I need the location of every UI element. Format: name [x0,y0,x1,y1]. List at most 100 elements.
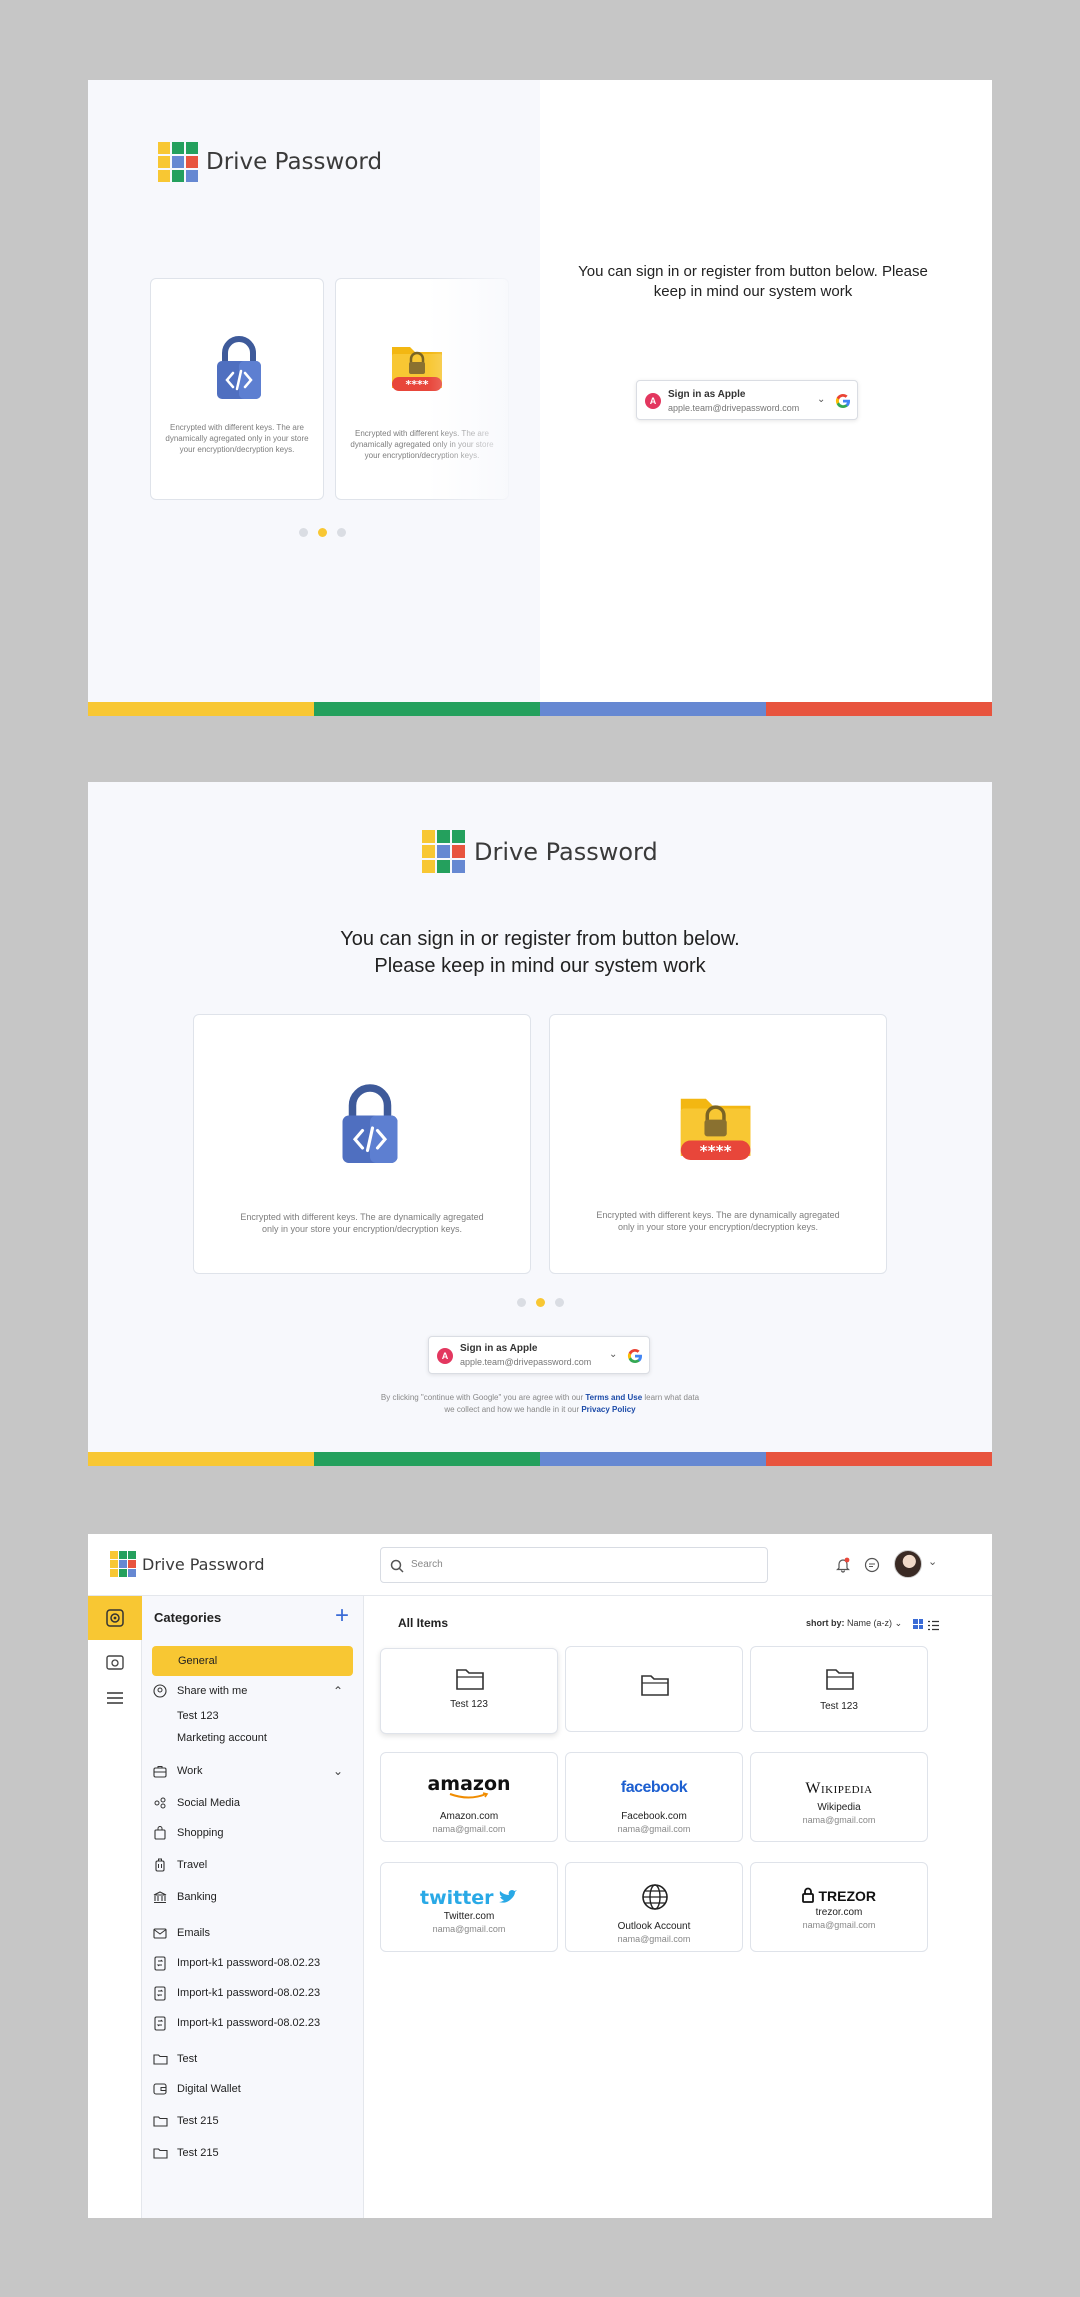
category-item-import[interactable]: Import-k1 password-08.02.23 [152,2008,353,2038]
chevron-down-icon[interactable]: ⌄ [928,1555,937,1568]
account-card-outlook[interactable]: Outlook Account nama@gmail.com [565,1862,743,1952]
category-item-import[interactable]: Import-k1 password-08.02.23 [152,1978,353,2008]
carousel-dots[interactable] [517,1298,564,1307]
main-title: All Items [398,1616,449,1630]
svg-text:****: **** [700,1142,732,1160]
feature-card: **** Encrypted with different keys. The … [549,1014,887,1274]
icon-rail [88,1596,142,2218]
sort-value: Name (a-z) [847,1618,893,1628]
category-item-import[interactable]: Import-k1 password-08.02.23 [152,1948,353,1978]
carousel-dot-active[interactable] [318,528,327,537]
category-item-shopping[interactable]: Shopping [152,1818,353,1848]
google-icon [835,394,850,409]
rail-menu[interactable] [88,1676,142,1720]
top-bar: Drive Password Search ⌄ [88,1534,992,1596]
account-name: Facebook.com [621,1811,687,1822]
account-card-trezor[interactable]: TREZOR trezor.com nama@gmail.com [750,1862,928,1952]
folder-name: Test 123 [820,1701,858,1712]
list-view-icon[interactable] [928,1618,939,1636]
feature-description: Encrypted with different keys. The are d… [596,1210,840,1233]
category-item-social[interactable]: Social Media [152,1788,353,1818]
account-avatar: A [645,393,661,409]
legal-notice: By clicking "continue with Google" you a… [88,1392,992,1416]
menu-icon [107,1692,123,1704]
category-label: Share with me [177,1685,248,1697]
terms-link[interactable]: Terms and Use [585,1393,642,1402]
grid-view-icon[interactable] [913,1619,923,1629]
brand-wordmark: amazon [427,1773,511,1795]
legal-text: we collect and how we handle in it our [444,1405,582,1414]
items-area: All Items short by: Name (a-z) ⌄ Test 12… [364,1596,992,2218]
login-screen-centered: Drive Password You can sign in or regist… [88,782,992,1466]
folder-icon [456,1669,484,1690]
brand-name: Drive Password [474,837,658,866]
category-subitem[interactable]: Marketing account [152,1727,353,1749]
folder-card[interactable]: Test 123 [750,1646,928,1732]
feature-description: Encrypted with different keys. The are d… [240,1212,484,1235]
globe-icon [642,1884,668,1910]
sign-in-title: Sign in as Apple [460,1343,538,1354]
avatar[interactable] [894,1550,922,1578]
category-item-share[interactable]: Share with me ⌃ [152,1676,353,1706]
category-label: Work [177,1765,203,1777]
carousel-dot[interactable] [555,1298,564,1307]
category-item-work[interactable]: Work ⌄ [152,1756,353,1786]
search-input[interactable]: Search [380,1547,768,1583]
twitter-bird-icon [499,1890,518,1903]
folder-card[interactable]: Test 123 [380,1648,558,1734]
category-item-test[interactable]: Test [152,2044,353,2074]
wallet-icon [152,2081,168,2097]
chat-icon[interactable] [864,1557,880,1578]
category-item-banking[interactable]: Banking [152,1882,353,1912]
rail-vault[interactable] [88,1596,142,1640]
svg-text:****: **** [405,378,428,391]
account-email: nama@gmail.com [432,1924,506,1934]
category-item-travel[interactable]: Travel [152,1850,353,1880]
sign-in-button[interactable]: A Sign in as Apple apple.team@drivepassw… [636,380,858,420]
category-label: Shopping [177,1827,224,1839]
sort-control[interactable]: short by: Name (a-z) ⌄ [806,1618,902,1629]
carousel-dot[interactable] [517,1298,526,1307]
category-label: Emails [177,1927,211,1939]
category-item-digital-wallet[interactable]: Digital Wallet [152,2074,353,2104]
account-email: nama@gmail.com [617,1824,691,1834]
sign-in-button[interactable]: A Sign in as Apple apple.team@drivepassw… [428,1336,650,1374]
carousel-dots[interactable] [299,528,346,537]
chevron-down-icon[interactable]: ⌄ [333,1764,343,1778]
categories-title: Categories [154,1610,222,1625]
account-email: nama@gmail.com [802,1920,876,1930]
wikipedia-logo: Wikipedia [751,1780,927,1798]
category-item-test-215[interactable]: Test 215 [152,2106,353,2136]
category-item-emails[interactable]: Emails [152,1918,353,1948]
folder-name: Test 123 [450,1699,488,1710]
chevron-down-icon: ⌄ [894,1618,903,1628]
account-card-facebook[interactable]: facebook Facebook.com nama@gmail.com [565,1752,743,1842]
account-email: nama@gmail.com [617,1934,691,1944]
logo-mark-icon [158,142,198,182]
feature-card: Encrypted with different keys. The are d… [150,278,324,500]
category-subitem[interactable]: Test 123 [152,1705,353,1727]
account-card-amazon[interactable]: amazon Amazon.com nama@gmail.com [380,1752,558,1842]
sign-in-email: apple.team@drivepassword.com [460,1357,592,1367]
account-card-wikipedia[interactable]: Wikipedia Wikipedia nama@gmail.com [750,1752,928,1842]
account-card-twitter[interactable]: twitter Twitter.com nama@gmail.com [380,1862,558,1952]
brand-color-stripe [88,702,992,716]
sign-in-title: Sign in as Apple [668,389,746,400]
category-label: Travel [177,1859,208,1871]
carousel-dot[interactable] [299,528,308,537]
category-item-general[interactable]: General [152,1646,353,1676]
folder-card[interactable] [565,1646,743,1732]
privacy-link[interactable]: Privacy Policy [581,1405,635,1414]
category-item-test-215[interactable]: Test 215 [152,2138,353,2168]
brand-logo[interactable]: Drive Password [110,1551,264,1577]
vault-dashboard: Drive Password Search ⌄ Categories + Gen… [88,1534,992,2218]
amazon-logo: amazon [381,1773,557,1800]
add-category-button[interactable]: + [335,1602,349,1630]
carousel-dot-active[interactable] [536,1298,545,1307]
logo-mark-icon [422,830,465,873]
chevron-up-icon[interactable]: ⌃ [333,1684,343,1698]
bell-icon[interactable] [836,1557,850,1578]
chevron-down-icon[interactable]: ⌄ [609,1349,617,1360]
carousel-dot[interactable] [337,528,346,537]
chevron-down-icon[interactable]: ⌄ [817,394,825,405]
